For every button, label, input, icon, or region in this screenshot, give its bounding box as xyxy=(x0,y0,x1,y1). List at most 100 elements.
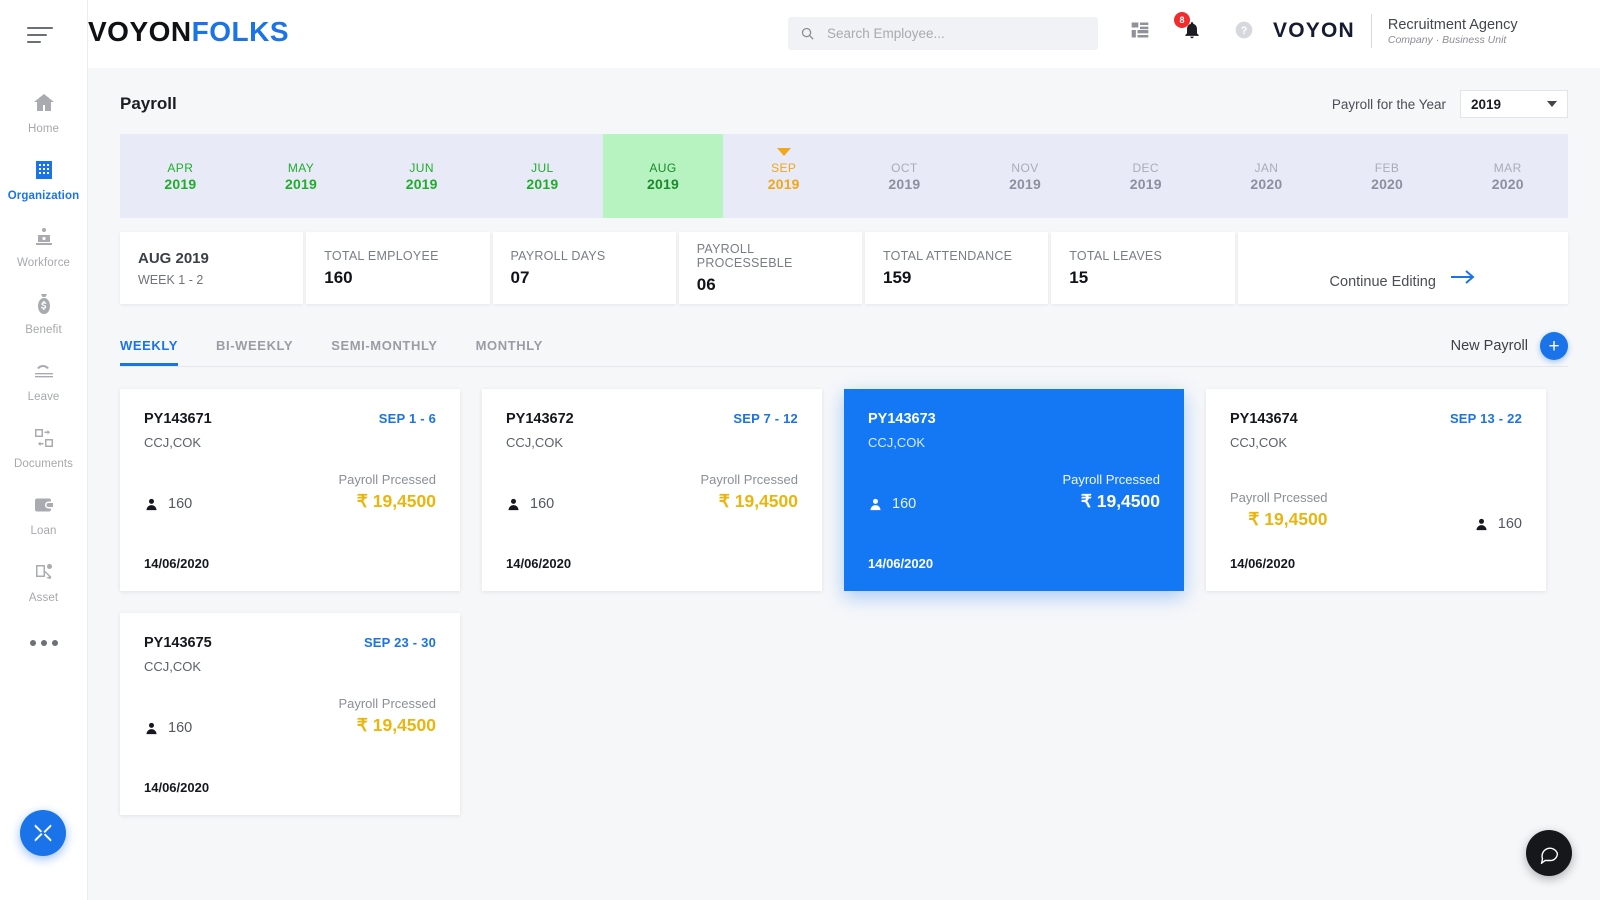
month-name: MAR xyxy=(1493,160,1522,175)
stat-period-title: AUG 2019 xyxy=(138,249,209,267)
stat-label: TOTAL ATTENDANCE xyxy=(883,248,1013,263)
chat-bubble-icon[interactable] xyxy=(1526,830,1572,876)
month-year: 2019 xyxy=(1009,175,1042,192)
organization-block[interactable]: VOYON Recruitment Agency Company · Busin… xyxy=(1273,14,1518,48)
month-cell-mar-2020[interactable]: MAR 2020 xyxy=(1447,134,1568,218)
sidebar-item-label: Benefit xyxy=(25,324,62,336)
employee-count-value: 160 xyxy=(530,496,555,512)
more-dots-icon[interactable] xyxy=(29,640,58,646)
continue-editing-label: Continue Editing xyxy=(1329,274,1436,290)
payroll-amount: ₹ 19,4500 xyxy=(718,491,798,511)
year-filter-label: Payroll for the Year xyxy=(1331,96,1446,112)
stat-label: TOTAL LEAVES xyxy=(1069,248,1163,263)
sidebar-item-label: Loan xyxy=(30,525,57,537)
grid-apps-icon[interactable] xyxy=(1128,18,1152,42)
payroll-created-date: 14/06/2020 xyxy=(144,556,210,571)
month-year: 2020 xyxy=(1371,175,1404,192)
sidebar-item-label: Organization xyxy=(7,190,80,202)
payroll-card-header: PY143674 SEP 13 - 22 xyxy=(1230,411,1522,427)
payroll-amount: ₹ 19,4500 xyxy=(356,491,436,511)
month-cell-jun-2019[interactable]: JUN 2019 xyxy=(361,134,482,218)
payroll-card[interactable]: PY143674 SEP 13 - 22 CCJ,COK 160 Payroll Prc… xyxy=(1206,389,1546,591)
payroll-status: Payroll Prcessed xyxy=(338,696,436,711)
sidebar-item-home[interactable]: Home xyxy=(0,78,87,145)
money-bag-icon xyxy=(31,291,57,317)
notification-badge: 8 xyxy=(1174,12,1190,28)
payroll-card[interactable]: PY143673 CCJ,COK 160 Payroll Prcessed ₹ 19,4… xyxy=(844,389,1184,591)
plus-icon[interactable]: + xyxy=(1540,332,1568,360)
month-cell-nov-2019[interactable]: NOV 2019 xyxy=(965,134,1086,218)
month-cell-oct-2019[interactable]: OCT 2019 xyxy=(844,134,965,218)
month-cell-jul-2019[interactable]: JUL 2019 xyxy=(482,134,603,218)
payroll-date-range: SEP 7 - 12 xyxy=(733,411,798,426)
payroll-id: PY143671 xyxy=(144,411,212,427)
new-payroll-button[interactable]: New Payroll + xyxy=(1451,332,1568,366)
payroll-card[interactable]: PY143675 SEP 23 - 30 CCJ,COK 160 Payroll Prc… xyxy=(120,613,460,815)
month-year: 2020 xyxy=(1250,175,1283,192)
logo-text-secondary: FOLKS xyxy=(191,16,290,47)
sidebar-item-label: Leave xyxy=(27,391,60,403)
tools-icon[interactable] xyxy=(20,810,66,856)
payroll-amount-block: Payroll Prcessed ₹ 19,4500 xyxy=(338,696,436,736)
stat-card-total-leaves: TOTAL LEAVES 15 xyxy=(1051,232,1235,304)
app-logo[interactable]: VOYONFOLKS xyxy=(88,16,388,48)
payroll-location: CCJ,COK xyxy=(144,659,202,674)
payroll-amount-block: Payroll Prcessed ₹ 19,4500 xyxy=(338,472,436,512)
sidebar-item-asset[interactable]: Asset xyxy=(0,547,87,614)
stat-period-sub: WEEK 1 - 2 xyxy=(138,272,204,287)
payroll-card[interactable]: PY143672 SEP 7 - 12 CCJ,COK 160 Payroll Prce… xyxy=(482,389,822,591)
payroll-id: PY143675 xyxy=(144,635,212,651)
home-icon xyxy=(31,90,57,116)
month-cell-feb-2020[interactable]: FEB 2020 xyxy=(1327,134,1448,218)
sidebar-item-documents[interactable]: Documents xyxy=(0,413,87,480)
month-cell-jan-2020[interactable]: JAN 2020 xyxy=(1206,134,1327,218)
payroll-created-date: 14/06/2020 xyxy=(506,556,572,571)
sidebar-item-loan[interactable]: Loan xyxy=(0,480,87,547)
stat-label: PAYROLL PROCESSEBLE xyxy=(696,241,793,270)
search-input[interactable] xyxy=(827,26,1077,41)
payroll-date-range: SEP 1 - 6 xyxy=(378,411,436,426)
payroll-card-body: 160 Payroll Prcessed ₹ 19,4500 xyxy=(868,472,1160,512)
year-select-value: 2019 xyxy=(1471,96,1502,112)
hamburger-icon[interactable] xyxy=(26,22,61,48)
payroll-card[interactable]: PY143671 SEP 1 - 6 CCJ,COK 160 Payroll Prces… xyxy=(120,389,460,591)
tab-semi-monthly[interactable]: SEMI-MONTHLY xyxy=(331,338,437,366)
stat-value: 160 xyxy=(324,267,353,287)
leave-icon xyxy=(31,358,57,384)
employee-count: 160 xyxy=(868,496,916,512)
page-title: Payroll xyxy=(120,94,177,113)
help-circle-icon[interactable]: ? xyxy=(1232,18,1256,42)
logo-text-primary: VOYON xyxy=(88,16,192,47)
tab-bi-weekly[interactable]: BI-WEEKLY xyxy=(216,338,293,366)
month-cell-dec-2019[interactable]: DEC 2019 xyxy=(1085,134,1206,218)
month-year: 2019 xyxy=(285,175,317,192)
month-cell-sep-2019[interactable]: SEP 2019 xyxy=(723,134,844,218)
year-select[interactable]: 2019 xyxy=(1460,90,1568,118)
tab-weekly[interactable]: WEEKLY xyxy=(120,338,179,366)
payroll-status: Payroll Prcessed xyxy=(1230,490,1328,505)
svg-text:?: ? xyxy=(1241,25,1248,37)
tab-monthly[interactable]: MONTHLY xyxy=(476,338,543,366)
stat-value: 07 xyxy=(510,267,530,287)
payroll-amount: ₹ 19,4500 xyxy=(356,715,436,735)
person-icon xyxy=(870,498,881,510)
sidebar-item-leave[interactable]: Leave xyxy=(0,346,87,413)
month-name: FEB xyxy=(1374,160,1400,175)
app-root: Home Organization Workforce Benefit Leave Doc… xyxy=(0,0,1600,900)
top-bar: VOYONFOLKS 8 ? VOYON Recruitment Agency xyxy=(88,0,1600,68)
org-name: Recruitment Agency xyxy=(1387,16,1518,33)
payroll-amount: ₹ 19,4500 xyxy=(1248,509,1328,529)
sidebar-item-organization[interactable]: Organization xyxy=(0,145,87,212)
stat-card-payroll-days: PAYROLL DAYS 07 xyxy=(492,232,676,304)
bell-icon[interactable]: 8 xyxy=(1174,12,1204,42)
month-cell-aug-2019[interactable]: AUG 2019 xyxy=(602,134,724,218)
continue-editing-button[interactable]: Continue Editing xyxy=(1237,232,1568,304)
employee-count: 160 xyxy=(506,496,554,512)
month-cell-may-2019[interactable]: MAY 2019 xyxy=(241,134,362,218)
sidebar-item-benefit[interactable]: Benefit xyxy=(0,279,87,346)
month-cell-apr-2019[interactable]: APR 2019 xyxy=(120,134,241,218)
page-header: Payroll Payroll for the Year 2019 xyxy=(88,68,1600,118)
sidebar-item-workforce[interactable]: Workforce xyxy=(0,212,87,279)
payroll-id: PY143674 xyxy=(1230,411,1298,427)
search-box[interactable] xyxy=(788,17,1098,50)
